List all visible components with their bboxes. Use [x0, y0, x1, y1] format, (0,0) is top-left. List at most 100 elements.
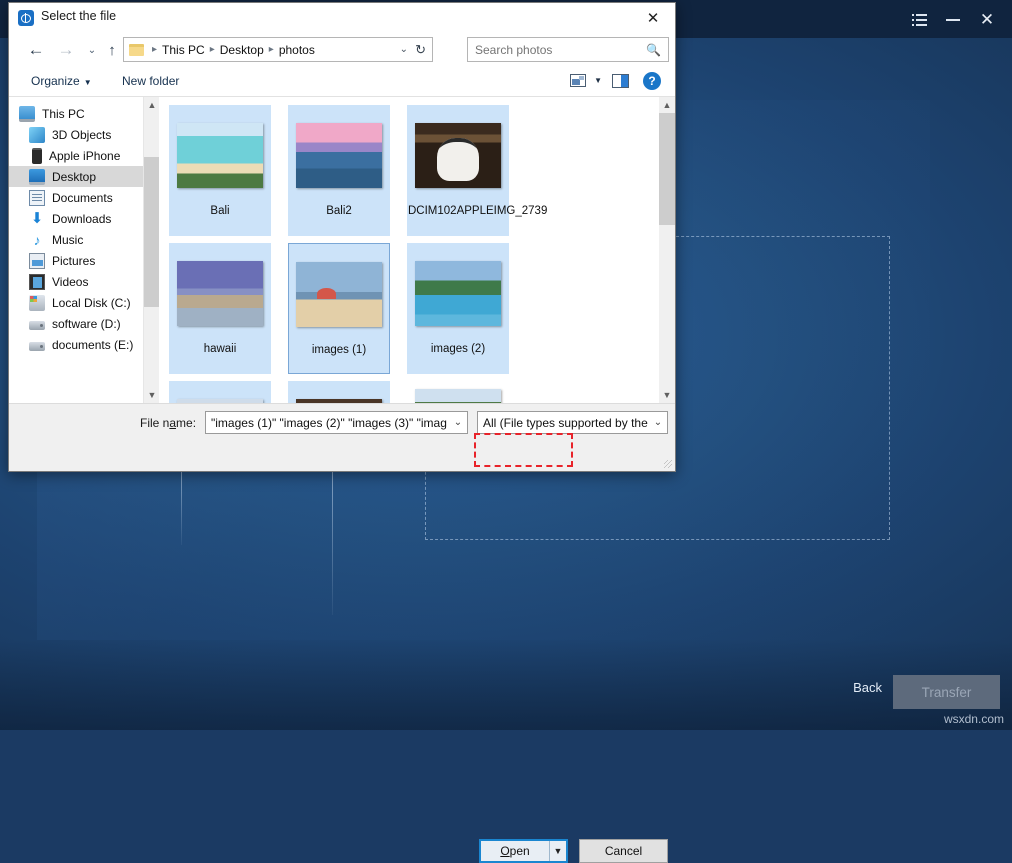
- transfer-button[interactable]: Transfer: [893, 675, 1000, 709]
- file-name-label: DCIM102APPLEIMG_2739: [408, 205, 508, 218]
- decorative-line: [332, 470, 333, 615]
- scroll-up-icon[interactable]: ▲: [144, 97, 159, 113]
- sidebar-scroll-thumb[interactable]: [144, 157, 159, 307]
- navigation-pane: This PC 3D Objects Apple iPhone Desktop …: [9, 97, 159, 403]
- app-icon: [18, 10, 34, 26]
- phone-icon: [32, 148, 42, 164]
- sidebar-item-documents-e[interactable]: documents (E:): [9, 334, 159, 355]
- file-name-field[interactable]: "images (1)" "images (2)" "images (3)" "…: [205, 411, 468, 434]
- pc-icon: [19, 106, 35, 122]
- chevron-down-icon[interactable]: ⌄: [449, 417, 467, 428]
- sidebar-item-downloads[interactable]: ⬇ Downloads: [9, 208, 159, 229]
- back-button[interactable]: Back: [853, 680, 882, 695]
- chevron-down-icon[interactable]: ⌄: [649, 417, 667, 428]
- file-list-scroll-thumb[interactable]: [659, 113, 675, 225]
- scroll-down-icon[interactable]: ▼: [144, 387, 159, 403]
- file-item[interactable]: DCIM102APPLEIMG_2739: [407, 105, 509, 236]
- refresh-icon[interactable]: ↻: [415, 42, 426, 58]
- file-item[interactable]: Bali2: [288, 105, 390, 236]
- file-item[interactable]: images (4): [288, 381, 390, 403]
- sidebar-item-local-disk-c[interactable]: Local Disk (C:): [9, 292, 159, 313]
- thumbnail-wrap: [169, 381, 271, 403]
- file-type-value: All (File types supported by the: [483, 416, 649, 430]
- thumbnail-wrap: [169, 105, 271, 205]
- sidebar-item-this-pc[interactable]: This PC: [9, 103, 159, 124]
- thumbnail-wrap: [407, 105, 509, 205]
- file-name-label: Bali2: [289, 205, 389, 218]
- watermark: wsxdn.com: [944, 712, 1004, 726]
- chevron-down-icon: ▼: [84, 78, 92, 87]
- cancel-button[interactable]: Cancel: [579, 839, 668, 863]
- sidebar-item-desktop[interactable]: Desktop: [9, 166, 159, 187]
- thumbnail-image: [177, 123, 263, 188]
- search-box[interactable]: 🔍: [467, 37, 669, 62]
- breadcrumb-separator: ▸: [152, 44, 157, 55]
- nav-back-icon[interactable]: ←: [23, 37, 49, 63]
- open-dropdown-icon[interactable]: ▼: [549, 841, 566, 861]
- sidebar-item-documents[interactable]: Documents: [9, 187, 159, 208]
- thumbnail-wrap: [288, 244, 390, 344]
- view-mode-button[interactable]: ▼: [570, 74, 602, 87]
- dialog-body: This PC 3D Objects Apple iPhone Desktop …: [9, 97, 675, 403]
- open-button[interactable]: Open: [481, 841, 549, 861]
- file-item[interactable]: [407, 381, 509, 403]
- drive-icon: [29, 321, 45, 330]
- sidebar-item-label: Desktop: [52, 170, 96, 184]
- minimize-icon[interactable]: [938, 8, 968, 32]
- file-item[interactable]: Bali: [169, 105, 271, 236]
- music-icon: ♪: [29, 232, 45, 248]
- file-name-label: images (2): [408, 343, 508, 356]
- dialog-close-icon[interactable]: ✕: [631, 3, 675, 32]
- sidebar-item-label: Videos: [52, 275, 88, 289]
- preview-pane-icon[interactable]: [612, 74, 629, 88]
- dialog-title-bar: Select the file ✕: [9, 3, 675, 33]
- file-list-pane[interactable]: Bali Bali2 DCIM102APPLEIMG_2739: [159, 97, 675, 403]
- open-button-group[interactable]: Open ▼: [479, 839, 568, 863]
- sidebar-item-label: This PC: [42, 107, 85, 121]
- new-folder-button[interactable]: New folder: [122, 74, 179, 88]
- breadcrumb[interactable]: ▸ This PC ▸ Desktop ▸ photos ⌄ ↻: [123, 37, 433, 62]
- file-type-dropdown[interactable]: All (File types supported by the ⌄: [477, 411, 668, 434]
- sidebar-scrollbar[interactable]: ▲ ▼: [143, 97, 159, 403]
- view-mode-icon: [570, 74, 586, 87]
- sidebar-item-apple-iphone[interactable]: Apple iPhone: [9, 145, 159, 166]
- thumbnail-image: [415, 389, 501, 403]
- pictures-icon: [29, 253, 45, 269]
- sidebar-item-pictures[interactable]: Pictures: [9, 250, 159, 271]
- nav-up-icon[interactable]: ↑: [99, 37, 125, 63]
- file-item[interactable]: images (2): [407, 243, 509, 374]
- sidebar-item-label: documents (E:): [52, 338, 133, 352]
- disk-icon: [29, 295, 45, 311]
- breadcrumb-item-0[interactable]: This PC: [162, 43, 205, 57]
- thumbnail-image: [296, 123, 382, 188]
- file-item[interactable]: images (3): [169, 381, 271, 403]
- sidebar-item-software-d[interactable]: software (D:): [9, 313, 159, 334]
- menu-icon[interactable]: [904, 8, 934, 32]
- breadcrumb-item-1[interactable]: Desktop: [220, 43, 264, 57]
- thumbnail-image: [415, 261, 501, 326]
- thumbnail-wrap: [288, 105, 390, 205]
- resize-grip[interactable]: [664, 460, 672, 468]
- help-icon[interactable]: ?: [643, 72, 661, 90]
- thumbnail-image: [296, 262, 382, 327]
- sidebar-item-label: 3D Objects: [52, 128, 111, 142]
- organize-button[interactable]: Organize▼: [31, 74, 92, 88]
- chevron-down-icon[interactable]: ⌄: [400, 44, 408, 55]
- scroll-up-icon[interactable]: ▲: [659, 97, 675, 113]
- file-item[interactable]: hawaii: [169, 243, 271, 374]
- file-name-label: hawaii: [170, 343, 270, 356]
- documents-icon: [29, 190, 45, 206]
- breadcrumb-item-2[interactable]: photos: [279, 43, 315, 57]
- file-open-dialog: Select the file ✕ ← → ⌄ ↑ ▸ This PC ▸ De…: [8, 2, 676, 472]
- scroll-down-icon[interactable]: ▼: [659, 387, 675, 403]
- thumbnail-wrap: [407, 381, 509, 403]
- close-icon[interactable]: ✕: [972, 8, 1002, 32]
- nav-forward-icon[interactable]: →: [53, 37, 79, 63]
- search-input[interactable]: [475, 43, 646, 57]
- sidebar-item-3d-objects[interactable]: 3D Objects: [9, 124, 159, 145]
- sidebar-item-videos[interactable]: Videos: [9, 271, 159, 292]
- sidebar-item-music[interactable]: ♪ Music: [9, 229, 159, 250]
- file-item[interactable]: images (1): [288, 243, 390, 374]
- file-list-scrollbar[interactable]: ▲ ▼: [659, 97, 675, 403]
- videos-icon: [29, 274, 45, 290]
